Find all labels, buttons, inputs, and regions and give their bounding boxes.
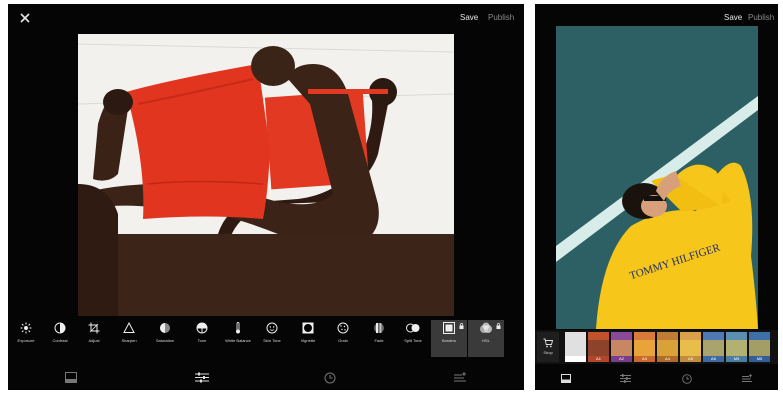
tool-saturation[interactable]: Saturation — [147, 320, 183, 357]
vignette-icon — [302, 322, 314, 334]
publish-button[interactable]: Publish — [488, 13, 514, 23]
lock-icon — [459, 323, 464, 329]
preset-thumb[interactable]: A3 — [634, 332, 655, 362]
bottom-nav — [8, 366, 524, 390]
face-icon — [266, 322, 278, 334]
borders-icon — [443, 322, 455, 334]
tool-hsl[interactable]: HSL — [468, 320, 504, 357]
tool-grain[interactable]: Grain — [325, 320, 361, 357]
save-button[interactable]: Save — [460, 13, 478, 23]
split-tone-icon — [406, 323, 420, 333]
history-icon[interactable] — [682, 374, 692, 384]
fade-icon — [374, 323, 384, 333]
preset-thumb[interactable]: M5 — [749, 332, 770, 362]
preset-thumb[interactable]: A5 — [680, 332, 701, 362]
gallery-icon[interactable] — [561, 374, 571, 383]
tool-contrast[interactable]: Contrast — [42, 320, 78, 357]
saturation-icon — [160, 323, 170, 333]
cart-icon — [543, 338, 553, 348]
adjustment-tools-row: Exposure Contrast Adjust Sharpen Saturat… — [8, 320, 524, 357]
thermometer-icon — [236, 322, 240, 334]
tool-vignette[interactable]: Vignette — [290, 320, 326, 357]
tool-split-tone[interactable]: Split Tone — [395, 320, 431, 357]
sun-icon — [20, 322, 32, 334]
editor-screen-tools: Save Publish Exposure Contrast Adjust Sh… — [8, 4, 524, 390]
recipes-icon[interactable] — [454, 372, 466, 383]
edited-photo: TOMMY HILFIGER — [556, 26, 758, 329]
preset-thumb[interactable]: A1 — [588, 332, 609, 362]
tool-skin-tone[interactable]: Skin Tone — [254, 320, 290, 357]
tool-tone[interactable]: Tone — [184, 320, 220, 357]
lock-icon — [496, 323, 501, 329]
bottom-nav — [535, 368, 778, 392]
recipes-icon[interactable] — [742, 374, 752, 383]
crop-icon — [88, 322, 100, 334]
tool-exposure[interactable]: Exposure — [8, 320, 44, 357]
tone-icon — [196, 322, 208, 334]
preset-thumb[interactable]: A4 — [657, 332, 678, 362]
triangle-icon — [123, 322, 135, 333]
shop-button[interactable]: Shop — [537, 332, 559, 362]
preset-thumb[interactable]: A2 — [611, 332, 632, 362]
tool-adjust[interactable]: Adjust — [76, 320, 112, 357]
edited-photo — [78, 34, 454, 316]
preset-filter-strip: Shop A1 A2 A3 A4 A5 A6 M3 M5 — [535, 330, 778, 364]
preset-thumb[interactable] — [565, 332, 586, 362]
tool-fade[interactable]: Fade — [361, 320, 397, 357]
save-button[interactable]: Save — [724, 13, 742, 23]
preset-thumb[interactable]: M3 — [726, 332, 747, 362]
gallery-icon[interactable] — [65, 372, 77, 383]
editor-screen-presets: Save Publish TOMMY HILFIGER Shop A1 A2 A… — [535, 4, 778, 390]
close-icon[interactable] — [18, 11, 32, 25]
history-icon[interactable] — [324, 372, 336, 384]
tool-sharpen[interactable]: Sharpen — [111, 320, 147, 357]
grain-icon — [337, 322, 349, 334]
adjust-sliders-icon[interactable] — [620, 374, 631, 383]
contrast-icon — [54, 322, 66, 334]
publish-button[interactable]: Publish — [748, 13, 774, 23]
preset-thumb[interactable]: A6 — [703, 332, 724, 362]
tool-borders[interactable]: Borders — [431, 320, 467, 357]
tool-white-balance[interactable]: White Balance — [220, 320, 256, 357]
adjust-sliders-icon[interactable] — [195, 372, 209, 383]
hsl-icon — [480, 322, 492, 333]
